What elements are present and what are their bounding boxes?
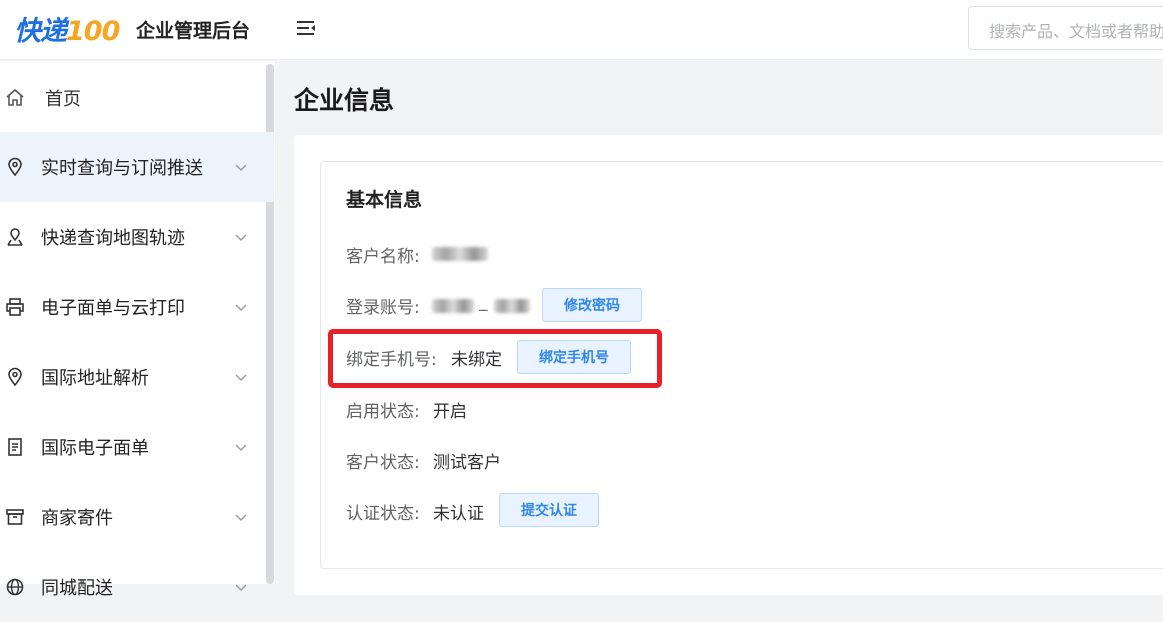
globe-icon: [6, 578, 24, 596]
top-bar: 快递100 企业管理后台 搜索产品、文档或者帮助: [0, 0, 1163, 60]
login-account-separator: _: [479, 292, 488, 312]
sidebar-item-merchant-shipping[interactable]: 商家寄件: [0, 482, 274, 552]
chevron-down-icon: [235, 444, 247, 451]
sidebar-item-label: 首页: [45, 89, 81, 110]
sidebar-item-label: 快递查询地图轨迹: [41, 228, 185, 249]
customer-name-label: 客户名称:: [346, 247, 420, 267]
submit-auth-button[interactable]: 提交认证: [499, 493, 599, 527]
logo-mark: 快递100: [14, 15, 120, 47]
sidebar-item-label: 实时查询与订阅推送: [41, 158, 203, 179]
document-icon: [8, 438, 22, 456]
menu-collapse-icon[interactable]: [295, 17, 317, 39]
sidebar-item-label: 国际电子面单: [41, 438, 149, 459]
section-title: 基本信息: [346, 189, 423, 211]
location-pin-icon: [8, 367, 22, 387]
login-account-value-redacted-b: [494, 299, 530, 313]
sidebar-item-home[interactable]: 首页: [0, 63, 274, 133]
sidebar-item-same-city-delivery[interactable]: 同城配送: [0, 552, 274, 622]
sidebar-item-intl-address[interactable]: 国际地址解析: [0, 342, 274, 412]
enable-status-label: 启用状态:: [346, 402, 420, 422]
sidebar-item-e-waybill-print[interactable]: 电子面单与云打印: [0, 272, 274, 342]
customer-status-value: 测试客户: [433, 453, 501, 473]
login-account-label: 登录账号:: [346, 298, 420, 318]
box-icon: [6, 509, 24, 525]
map-route-icon: [7, 228, 23, 246]
chevron-down-icon: [235, 374, 247, 381]
chevron-down-icon: [235, 164, 247, 171]
auth-status-label: 认证状态:: [346, 504, 420, 524]
chevron-down-icon: [235, 584, 247, 591]
app-title: 企业管理后台: [136, 20, 251, 42]
sidebar-item-map-track[interactable]: 快递查询地图轨迹: [0, 202, 274, 272]
sidebar-item-label: 同城配送: [41, 578, 113, 599]
login-account-value-redacted-a: [432, 299, 474, 313]
search-input[interactable]: 搜索产品、文档或者帮助: [968, 6, 1163, 50]
highlight-box: [328, 329, 662, 388]
printer-icon: [6, 298, 24, 316]
chevron-down-icon: [235, 304, 247, 311]
change-password-button[interactable]: 修改密码: [542, 288, 642, 322]
chevron-down-icon: [235, 234, 247, 241]
logo[interactable]: 快递100: [14, 8, 120, 48]
sidebar-item-intl-e-waybill[interactable]: 国际电子面单: [0, 412, 274, 482]
home-icon: [6, 88, 24, 106]
sidebar-item-label: 商家寄件: [41, 508, 113, 529]
auth-status-value: 未认证: [433, 504, 484, 524]
customer-name-value-redacted: [432, 247, 488, 261]
enable-status-value: 开启: [433, 402, 467, 422]
sidebar-item-label: 电子面单与云打印: [41, 298, 185, 319]
sidebar-item-realtime-query[interactable]: 实时查询与订阅推送: [0, 132, 274, 202]
page-title: 企业信息: [294, 86, 395, 115]
customer-status-label: 客户状态:: [346, 453, 420, 473]
sidebar-item-label: 国际地址解析: [41, 368, 149, 389]
chevron-down-icon: [235, 514, 247, 521]
location-pin-icon: [8, 157, 22, 177]
